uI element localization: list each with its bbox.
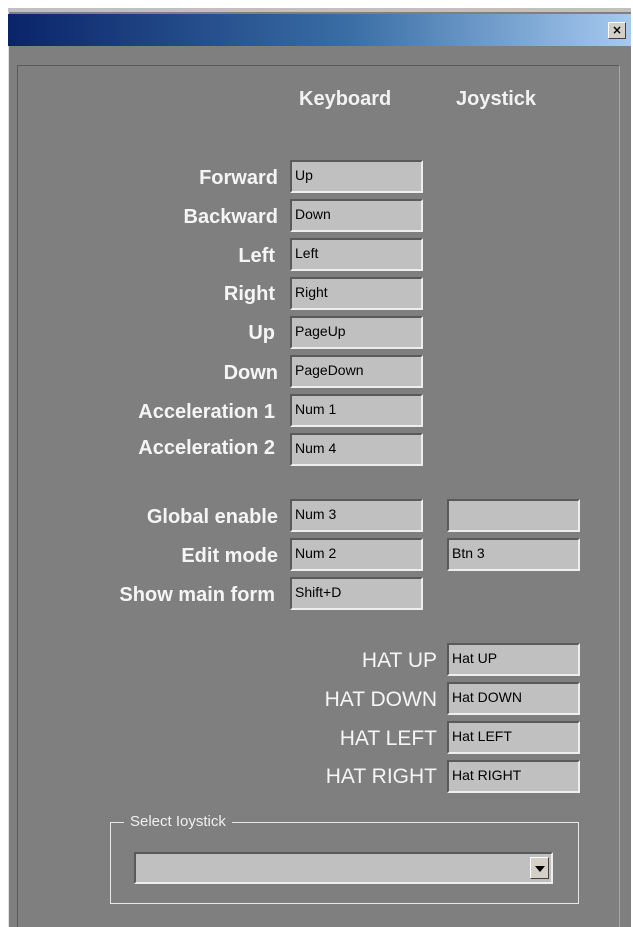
edit-mode-joystick-field[interactable]: Btn 3 <box>447 538 580 571</box>
close-icon: × <box>611 23 623 37</box>
down-keyboard-field[interactable]: PageDown <box>290 355 423 388</box>
right-label: Right <box>223 283 275 305</box>
hat-down-joystick-field[interactable]: Hat DOWN <box>447 682 580 715</box>
up-label: Up <box>248 322 275 344</box>
hat-right-label: HAT RIGHT <box>325 765 437 788</box>
settings-panel <box>17 65 620 927</box>
down-label: Down <box>223 362 278 384</box>
dropdown-button[interactable] <box>530 857 549 879</box>
edit-mode-keyboard-field[interactable]: Num 2 <box>290 538 423 571</box>
edit-mode-label: Edit mode <box>181 545 278 567</box>
acceleration-2-label: Acceleration 2 <box>138 437 275 459</box>
keyboard-column-header: Keyboard <box>299 88 392 110</box>
backward-label: Backward <box>183 206 279 228</box>
left-keyboard-field[interactable]: Left <box>290 238 423 271</box>
joystick-select-dropdown[interactable] <box>134 852 553 884</box>
global-enable-keyboard-field[interactable]: Num 3 <box>290 499 423 532</box>
joystick-column-header: Joystick <box>456 88 537 110</box>
hat-left-joystick-field[interactable]: Hat LEFT <box>447 721 580 754</box>
chevron-down-icon <box>535 866 545 872</box>
select-joystick-title: Select Ioystick <box>124 813 232 831</box>
title-bar[interactable] <box>8 14 631 46</box>
right-keyboard-field[interactable]: Right <box>290 277 423 310</box>
close-button[interactable]: × <box>608 22 626 39</box>
hat-right-joystick-field[interactable]: Hat RIGHT <box>447 760 580 793</box>
acceleration-2-keyboard-field[interactable]: Num 4 <box>290 433 423 466</box>
hat-up-joystick-field[interactable]: Hat UP <box>447 643 580 676</box>
acceleration-1-label: Acceleration 1 <box>138 401 275 423</box>
forward-label: Forward <box>199 167 278 189</box>
hat-left-label: HAT LEFT <box>339 727 437 750</box>
left-label: Left <box>238 245 275 267</box>
window-top-edge <box>8 8 631 12</box>
global-enable-label: Global enable <box>146 506 278 528</box>
backward-keyboard-field[interactable]: Down <box>290 199 423 232</box>
show-main-form-label: Show main form <box>119 584 275 606</box>
up-keyboard-field[interactable]: PageUp <box>290 316 423 349</box>
acceleration-1-keyboard-field[interactable]: Num 1 <box>290 394 423 427</box>
forward-keyboard-field[interactable]: Up <box>290 160 423 193</box>
hat-down-label: HAT DOWN <box>324 688 437 711</box>
hat-up-label: HAT UP <box>361 649 437 672</box>
show-main-form-keyboard-field[interactable]: Shift+D <box>290 577 423 610</box>
global-enable-joystick-field[interactable] <box>447 499 580 532</box>
